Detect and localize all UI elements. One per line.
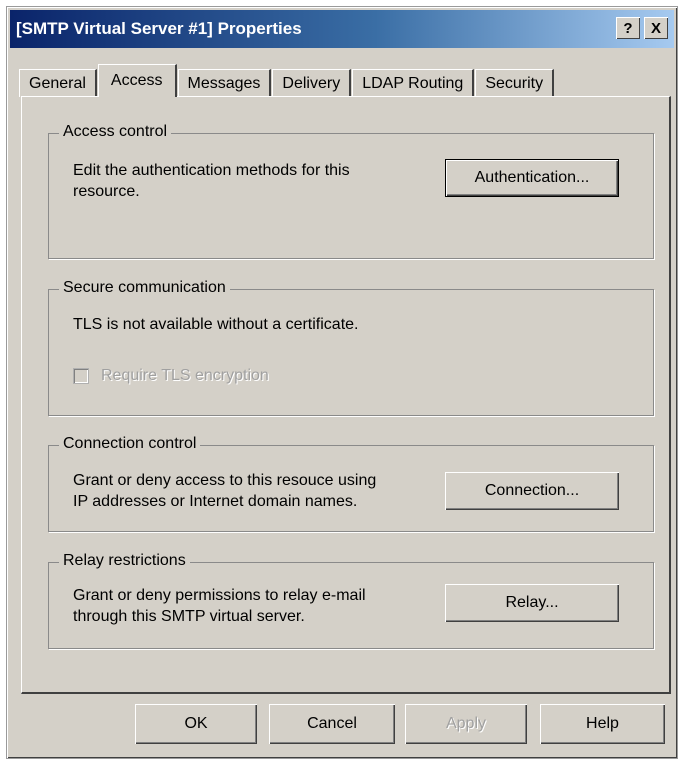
- title-bar[interactable]: [SMTP Virtual Server #1] Properties ? X: [10, 10, 674, 48]
- access-control-legend: Access control: [59, 123, 172, 141]
- require-tls-label: Require TLS encryption: [101, 367, 269, 384]
- access-control-group: Access control Edit the authentication m…: [48, 123, 654, 259]
- apply-button[interactable]: Apply: [405, 704, 527, 744]
- access-control-description: Edit the authentication methods for this…: [73, 162, 350, 200]
- secure-communication-legend: Secure communication: [59, 279, 230, 297]
- access-tab-panel: Access control Edit the authentication m…: [21, 96, 671, 694]
- require-tls-checkbox[interactable]: [73, 368, 89, 384]
- require-tls-row[interactable]: Require TLS encryption: [73, 367, 269, 385]
- help-button[interactable]: Help: [540, 704, 665, 744]
- tab-strip: General Access Messages Delivery LDAP Ro…: [19, 64, 555, 97]
- relay-restrictions-group: Relay restrictions Grant or deny permiss…: [48, 552, 654, 649]
- tab-general[interactable]: General: [19, 69, 97, 97]
- cancel-button[interactable]: Cancel: [269, 704, 395, 744]
- tls-status-text: TLS is not available without a certifica…: [73, 316, 359, 333]
- tab-messages[interactable]: Messages: [177, 69, 272, 97]
- relay-restrictions-legend: Relay restrictions: [59, 552, 190, 570]
- help-question-button[interactable]: ?: [616, 17, 640, 39]
- relay-button[interactable]: Relay...: [445, 584, 619, 622]
- connection-control-description: Grant or deny access to this resouce usi…: [73, 472, 377, 510]
- ok-button[interactable]: OK: [135, 704, 257, 744]
- relay-restrictions-description: Grant or deny permissions to relay e-mai…: [73, 587, 366, 625]
- tab-ldap-routing[interactable]: LDAP Routing: [352, 69, 475, 97]
- connection-control-legend: Connection control: [59, 435, 201, 453]
- window-title: [SMTP Virtual Server #1] Properties: [16, 19, 302, 38]
- connection-button[interactable]: Connection...: [445, 472, 619, 510]
- secure-communication-group: Secure communication TLS is not availabl…: [48, 279, 654, 416]
- connection-control-group: Connection control Grant or deny access …: [48, 435, 654, 532]
- tab-security[interactable]: Security: [475, 69, 555, 97]
- authentication-button[interactable]: Authentication...: [445, 159, 619, 197]
- properties-dialog: [SMTP Virtual Server #1] Properties ? X …: [6, 6, 678, 759]
- close-button[interactable]: X: [644, 17, 668, 39]
- tab-delivery[interactable]: Delivery: [272, 69, 352, 97]
- tab-access[interactable]: Access: [97, 64, 177, 97]
